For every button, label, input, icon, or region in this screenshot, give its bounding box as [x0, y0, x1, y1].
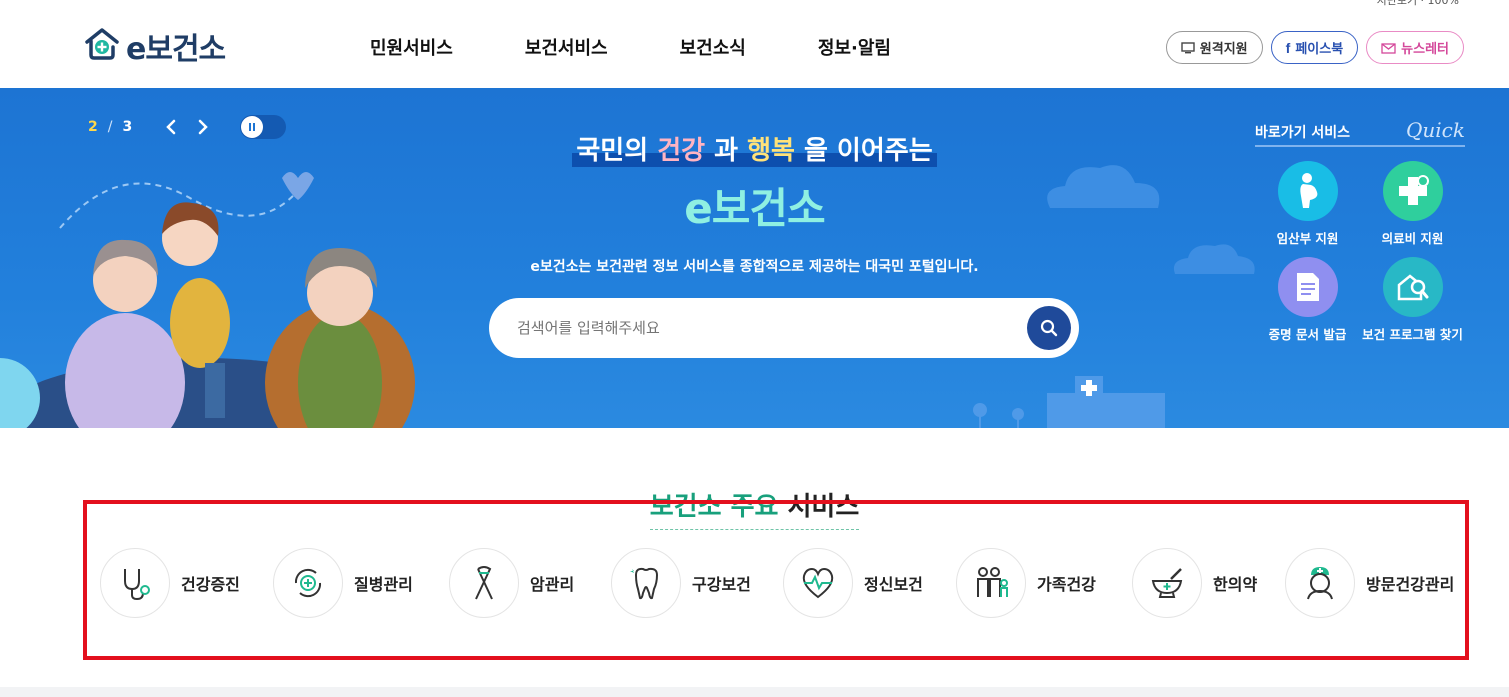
service-mental-health[interactable]: 정신보건: [783, 548, 956, 618]
service-label: 가족건강: [1037, 575, 1096, 594]
quick-label: 보건 프로그램 찾기: [1362, 327, 1463, 342]
nurse-icon: [1285, 548, 1355, 618]
top-utility-text: 지난보기 · 100%: [1376, 0, 1459, 7]
stethoscope-icon: [100, 548, 170, 618]
mortar-icon: [1132, 548, 1202, 618]
newsletter-label: 뉴스레터: [1401, 42, 1449, 57]
search-input[interactable]: [517, 319, 997, 337]
quick-label: 증명 문서 발급: [1268, 327, 1347, 342]
quick-label: 임산부 지원: [1276, 231, 1339, 246]
tooth-icon: [611, 548, 681, 618]
service-health-promotion[interactable]: 건강증진: [100, 548, 273, 618]
service-disease-management[interactable]: 질병관리: [273, 548, 449, 618]
hero-banner: 2 / 3 국민의 건강 과 행복 을 이어주는 e보건소 e보건소는 보건관련…: [0, 88, 1509, 428]
quick-certificate-issue[interactable]: 증명 문서 발급: [1255, 257, 1360, 343]
service-cancer-management[interactable]: 암관리: [449, 548, 611, 618]
utility-links: 원격지원 f 페이스북 뉴스레터: [1165, 31, 1464, 64]
quick-title: 바로가기 서비스: [1255, 125, 1351, 141]
service-label: 정신보건: [864, 575, 923, 594]
tagline-health: 건강: [657, 136, 706, 166]
facebook-button[interactable]: f 페이스북: [1270, 31, 1359, 64]
hospital-illustration: [973, 376, 1165, 428]
house-cross-icon: [84, 27, 120, 65]
mail-icon: [1381, 42, 1396, 54]
service-family-health[interactable]: 가족건강: [956, 548, 1132, 618]
search-icon: [1040, 319, 1058, 337]
quick-health-program-search[interactable]: 보건 프로그램 찾기: [1360, 257, 1465, 343]
quick-services: 바로가기 서비스 Quick 임산부 지원 의료비 지원 증명 문서 발급 보건…: [1255, 118, 1465, 343]
family-icon: [956, 548, 1026, 618]
search-box: [489, 298, 1079, 358]
service-label: 건강증진: [181, 575, 240, 594]
pregnant-icon: [1277, 161, 1338, 221]
nav-info-notice[interactable]: 정보·알림: [818, 34, 891, 60]
service-oral-health[interactable]: 구강보건: [611, 548, 783, 618]
footer-strip: [0, 687, 1509, 697]
service-home-visit-care[interactable]: 방문건강관리: [1285, 548, 1454, 618]
search-button[interactable]: [1027, 306, 1071, 350]
tagline-part: 을 이어주는: [794, 136, 933, 166]
main-navigation: 민원서비스 보건서비스 보건소식 정보·알림: [370, 34, 891, 60]
tagline-part: 과: [705, 136, 748, 166]
ribbon-icon: [449, 548, 519, 618]
service-label: 방문건강관리: [1366, 575, 1455, 594]
quick-header: 바로가기 서비스 Quick: [1255, 118, 1465, 147]
remote-support-label: 원격지원: [1199, 42, 1248, 57]
quick-medical-cost-support[interactable]: 의료비 지원: [1360, 161, 1465, 247]
services-list: 건강증진 질병관리 암관리 구강보건 정신보건 가족건강 한의약 방문건강관리: [100, 548, 1454, 618]
nav-health-service[interactable]: 보건서비스: [525, 34, 608, 60]
disease-cycle-icon: [273, 548, 343, 618]
service-label: 한의약: [1213, 575, 1258, 594]
remote-support-button[interactable]: 원격지원: [1165, 31, 1263, 64]
site-logo[interactable]: e보건소: [84, 24, 226, 68]
nav-civil-service[interactable]: 민원서비스: [370, 34, 453, 60]
quick-grid: 임산부 지원 의료비 지원 증명 문서 발급 보건 프로그램 찾기: [1255, 161, 1465, 343]
service-label: 구강보건: [692, 575, 751, 594]
quick-script-title: Quick: [1406, 118, 1465, 142]
service-label: 질병관리: [354, 575, 413, 594]
site-header: 지난보기 · 100% e보건소 민원서비스 보건서비스 보건소식 정보·알림 …: [0, 0, 1509, 88]
hero-tagline: 국민의 건강 과 행복 을 이어주는: [572, 130, 937, 167]
newsletter-button[interactable]: 뉴스레터: [1366, 31, 1464, 64]
facebook-icon: f: [1285, 39, 1291, 56]
logo-text: e보건소: [126, 32, 226, 67]
quick-pregnancy-support[interactable]: 임산부 지원: [1255, 161, 1360, 247]
tagline-happiness: 행복: [747, 136, 795, 166]
heart-pulse-icon: [783, 548, 853, 618]
search-program-icon: [1382, 257, 1443, 317]
quick-label: 의료비 지원: [1381, 231, 1444, 246]
document-icon: [1277, 257, 1338, 317]
service-label: 암관리: [530, 575, 575, 594]
medical-cross-icon: [1382, 161, 1443, 221]
monitor-icon: [1181, 41, 1195, 53]
service-oriental-medicine[interactable]: 한의약: [1132, 548, 1285, 618]
nav-health-news[interactable]: 보건소식: [680, 34, 746, 60]
tagline-part: 국민의: [576, 136, 658, 166]
facebook-label: 페이스북: [1295, 42, 1344, 57]
